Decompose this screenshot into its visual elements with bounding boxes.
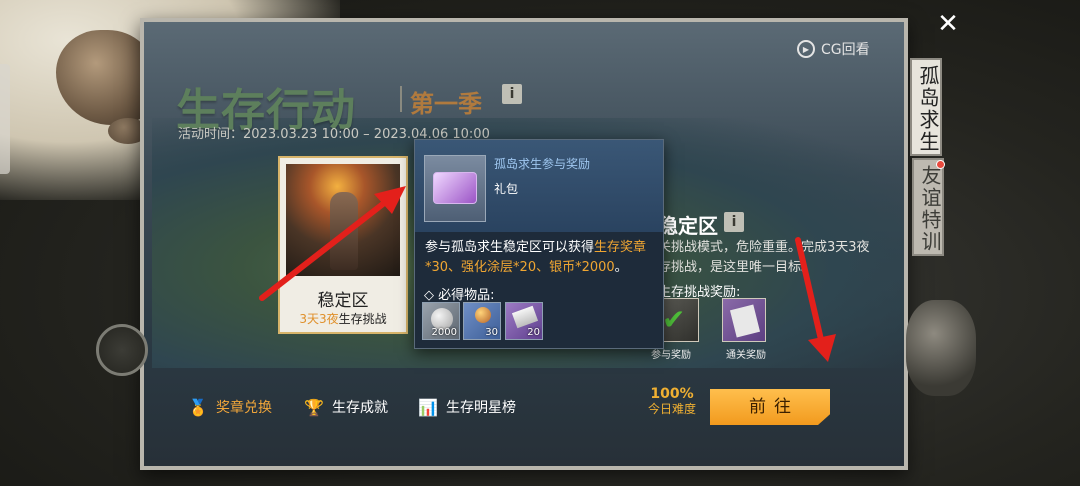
popup-description: 参与孤岛求生稳定区可以获得生存奖章*30、强化涂层*20、银币*2000。: [425, 238, 657, 278]
daily-difficulty: 100% 今日难度: [646, 386, 698, 416]
gift-pack-item: [424, 155, 486, 222]
certificate-icon: [729, 304, 761, 338]
gift-chest-icon: [433, 172, 477, 204]
mode-challenge: 生存挑战: [338, 312, 387, 326]
mode-desc-line2: 存挑战，是这里唯一目标。: [658, 260, 815, 275]
tin-can-decoration: [906, 300, 976, 396]
replay-icon: ▶: [797, 40, 815, 58]
notification-dot: [936, 160, 945, 169]
mode-description: 关挑战模式，危险重重。完成3天3夜 存挑战，是这里唯一目标。: [658, 238, 898, 278]
cg-replay-label: CG回看: [821, 42, 870, 58]
popup-slot-silver-coin[interactable]: 2000: [422, 302, 460, 340]
mode-duration: 3天3夜: [299, 312, 339, 326]
tab-friendship-training[interactable]: 友谊特训: [912, 158, 944, 256]
popup-desc-prefix: 参与孤岛求生稳定区可以获得: [425, 240, 595, 255]
popup-must-label: ◇ 必得物品:: [424, 288, 495, 303]
difficulty-label: 今日难度: [647, 402, 696, 416]
medal-exchange-link[interactable]: 🏅 奖章兑换: [188, 396, 272, 418]
clear-reward-item[interactable]: [722, 298, 766, 342]
tab-island-survival[interactable]: 孤岛求生: [910, 58, 942, 156]
title-divider: [400, 86, 402, 112]
leaderboard-link[interactable]: 📊 生存明星榜: [418, 396, 516, 418]
cg-replay-button[interactable]: ▶ CG回看: [797, 38, 870, 60]
reward-popup: 孤岛求生参与奖励 礼包 参与孤岛求生稳定区可以获得生存奖章*30、强化涂层*20…: [414, 139, 664, 349]
medal-icon: 🏅: [188, 397, 208, 417]
trophy-icon: 🏆: [304, 397, 324, 417]
survivor-figure: [330, 192, 358, 270]
close-icon: ✕: [937, 9, 959, 39]
popup-item-name: 孤岛求生参与奖励: [494, 157, 591, 171]
season-label: 第一季: [410, 90, 482, 118]
mode-info-icon[interactable]: i: [724, 212, 744, 232]
mode-subtitle: 3天3夜生存挑战: [280, 310, 406, 327]
podium-icon: 📊: [418, 397, 438, 417]
popup-slot-medal[interactable]: 30: [463, 302, 501, 340]
popup-desc-suffix: 。: [614, 260, 628, 275]
popup-item-type: 礼包: [494, 182, 519, 196]
achievements-link[interactable]: 🏆 生存成就: [304, 396, 388, 418]
popup-slot-coating[interactable]: 20: [505, 302, 543, 340]
mode-desc-line1: 关挑战模式，危险重重。完成3天3夜: [658, 240, 870, 255]
compass-decoration: [96, 324, 148, 376]
slot-quantity: 30: [485, 327, 498, 338]
event-time-label: 活动时间：: [178, 127, 244, 142]
slot-quantity: 2000: [431, 327, 457, 338]
mode-name: 稳定区: [317, 291, 369, 311]
reinforced-coating-icon: [511, 305, 539, 329]
medal-exchange-label: 奖章兑换: [216, 400, 272, 416]
survival-medal-icon: [475, 307, 491, 323]
mode-card-stable-zone[interactable]: 稳定区 3天3夜生存挑战: [278, 156, 408, 334]
leaderboard-label: 生存明星榜: [446, 400, 516, 416]
difficulty-value: 100%: [650, 386, 694, 402]
go-button[interactable]: 前往: [710, 389, 830, 425]
mode-artwork: [286, 164, 400, 276]
edge-swipe-handle[interactable]: [0, 64, 10, 174]
clear-reward-caption: 通关奖励: [726, 350, 766, 361]
achievements-label: 生存成就: [332, 400, 388, 416]
mode-detail-title: 稳定区: [658, 214, 718, 238]
checkmark-icon: ✔: [662, 303, 686, 336]
slot-quantity: 20: [527, 327, 540, 338]
event-info-icon[interactable]: i: [502, 84, 522, 104]
close-button[interactable]: ✕: [934, 10, 962, 38]
